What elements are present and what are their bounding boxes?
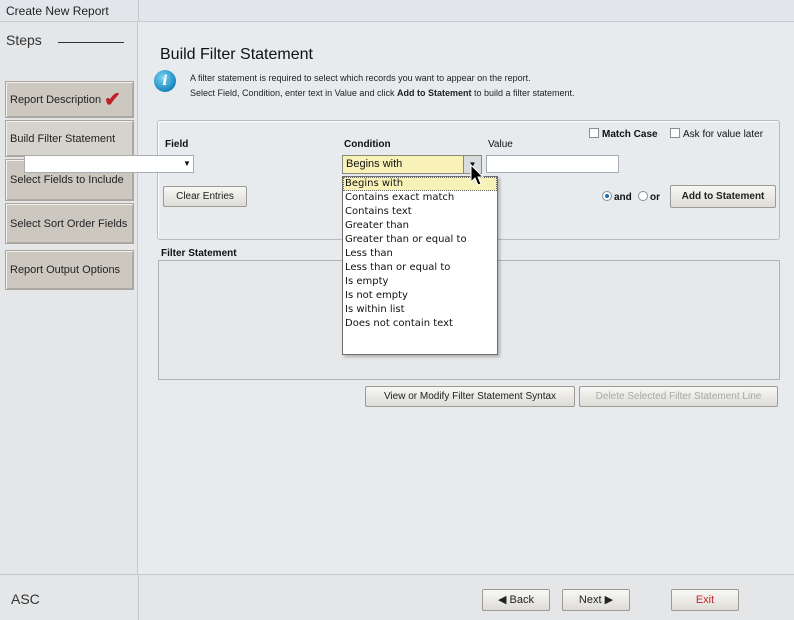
condition-option[interactable]: Is not empty <box>343 289 497 303</box>
add-to-statement-button[interactable]: Add to Statement <box>670 185 776 208</box>
footer-divider <box>138 575 139 620</box>
instruction-line-1: A filter statement is required to select… <box>190 73 531 83</box>
step-label: Report Output Options <box>10 264 121 276</box>
step-report-description[interactable]: Report Description ✔ <box>5 81 134 118</box>
title-divider <box>138 0 139 22</box>
condition-label: Condition <box>344 139 391 150</box>
instruction-line-2: Select Field, Condition, enter text in V… <box>190 88 575 98</box>
step-label: Build Filter Statement <box>10 132 116 145</box>
filter-statement-label: Filter Statement <box>161 248 237 259</box>
back-button[interactable]: ◀ Back <box>482 589 550 611</box>
condition-option[interactable]: Less than <box>343 247 497 261</box>
checkmark-icon: ✔ <box>104 88 121 111</box>
instruction-text-end: to build a filter statement. <box>471 88 575 98</box>
or-radio[interactable] <box>638 191 648 201</box>
match-case-label: Match Case <box>602 129 658 140</box>
and-radio[interactable] <box>602 191 612 201</box>
match-case-checkbox[interactable] <box>589 128 599 138</box>
condition-option[interactable]: Is empty <box>343 275 497 289</box>
footer-label: ASC <box>11 591 40 607</box>
instruction-emphasis: Add to Statement <box>396 88 472 98</box>
value-label: Value <box>488 139 513 150</box>
info-icon: i <box>154 70 176 92</box>
condition-dropdown-list[interactable]: Begins with Contains exact match Contain… <box>342 176 498 355</box>
next-arrow-icon: ▶ <box>604 594 614 606</box>
condition-option[interactable]: Contains text <box>343 205 497 219</box>
page-title: Build Filter Statement <box>160 46 313 63</box>
field-label: Field <box>165 139 189 150</box>
back-label: Back <box>509 594 534 606</box>
step-report-output-options[interactable]: Report Output Options <box>5 250 134 290</box>
instruction-text: Select Field, Condition, enter text in V… <box>190 88 397 98</box>
condition-option[interactable]: Does not contain text <box>343 317 497 331</box>
window-title: Create New Report <box>6 4 109 18</box>
mouse-cursor-icon <box>470 164 485 186</box>
next-label: Next <box>578 594 602 606</box>
condition-option[interactable]: Less than or equal to <box>343 261 497 275</box>
value-input[interactable] <box>486 155 619 173</box>
condition-option[interactable]: Contains exact match <box>343 191 497 205</box>
or-label: or <box>650 192 660 203</box>
exit-button[interactable]: Exit <box>671 589 739 611</box>
match-case-option[interactable]: Match Case <box>589 128 658 140</box>
steps-sidebar: Steps Report Description ✔ Build Filter … <box>0 22 138 574</box>
footer-bar: ASC ◀ Back Next ▶ Exit <box>0 574 794 620</box>
field-dropdown-arrow-icon[interactable]: ▼ <box>180 155 194 173</box>
and-option[interactable]: and <box>602 191 632 203</box>
step-select-sort-order[interactable]: Select Sort Order Fields <box>5 203 134 244</box>
ask-later-label: Ask for value later <box>683 129 764 140</box>
step-label: Report Description <box>10 93 102 106</box>
next-button[interactable]: Next ▶ <box>562 589 630 611</box>
steps-heading: Steps <box>6 32 42 48</box>
view-modify-syntax-button[interactable]: View or Modify Filter Statement Syntax <box>365 386 575 407</box>
condition-option[interactable]: Greater than or equal to <box>343 233 497 247</box>
clear-entries-button[interactable]: Clear Entries <box>163 186 247 207</box>
steps-heading-rule <box>58 42 124 43</box>
delete-filter-line-button[interactable]: Delete Selected Filter Statement Line <box>579 386 778 407</box>
and-label: and <box>614 192 632 203</box>
step-build-filter-statement[interactable]: Build Filter Statement <box>5 120 134 157</box>
step-label: Select Sort Order Fields <box>10 217 128 230</box>
ask-later-option[interactable]: Ask for value later <box>670 128 763 140</box>
back-arrow-icon: ◀ <box>498 594 507 606</box>
title-bar: Create New Report <box>0 0 794 22</box>
field-select[interactable] <box>24 155 194 173</box>
or-option[interactable]: or <box>638 191 660 203</box>
condition-option[interactable]: Is within list <box>343 303 497 317</box>
step-label: Select Fields to Include <box>10 174 124 186</box>
condition-select[interactable]: Begins with <box>342 155 464 174</box>
ask-later-checkbox[interactable] <box>670 128 680 138</box>
condition-option[interactable]: Greater than <box>343 219 497 233</box>
